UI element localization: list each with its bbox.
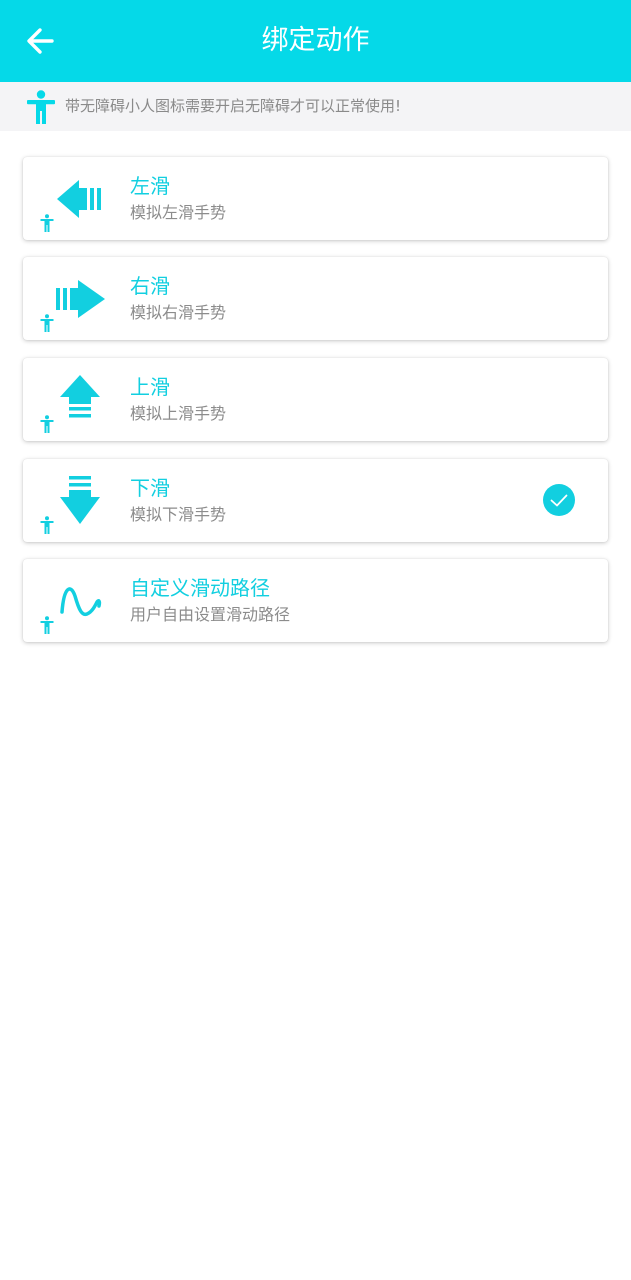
swipe-left-icon: [57, 180, 101, 218]
accessibility-badge-icon: [40, 415, 54, 433]
action-subtitle: 模拟上滑手势: [130, 404, 227, 423]
action-card-swipe-up[interactable]: 上滑 模拟上滑手势: [23, 358, 608, 441]
action-title: 左滑: [130, 174, 170, 198]
app-bar: 绑定动作: [0, 0, 631, 82]
action-subtitle: 模拟左滑手势: [130, 203, 227, 222]
accessibility-badge-icon: [40, 214, 54, 232]
action-card-swipe-right[interactable]: 右滑 模拟右滑手势: [23, 257, 608, 340]
action-subtitle: 模拟下滑手势: [130, 505, 227, 524]
accessibility-notice: 带无障碍小人图标需要开启无障碍才可以正常使用!: [0, 82, 631, 131]
wave-path-icon: [60, 587, 102, 617]
action-card-custom-path[interactable]: 自定义滑动路径 用户自由设置滑动路径: [23, 559, 608, 642]
accessibility-person-icon: [27, 90, 55, 124]
action-title: 右滑: [130, 274, 170, 298]
accessibility-badge-icon: [40, 516, 54, 534]
accessibility-badge-icon: [40, 616, 54, 634]
action-card-swipe-down[interactable]: 下滑 模拟下滑手势: [23, 459, 608, 542]
action-card-swipe-left[interactable]: 左滑 模拟左滑手势: [23, 157, 608, 240]
selected-check-icon: [543, 484, 575, 516]
action-title: 下滑: [130, 476, 170, 500]
accessibility-badge-icon: [40, 314, 54, 332]
action-subtitle: 用户自由设置滑动路径: [130, 605, 291, 624]
swipe-right-icon: [56, 280, 105, 318]
action-title: 自定义滑动路径: [130, 576, 270, 600]
notice-text: 带无障碍小人图标需要开启无障碍才可以正常使用!: [65, 97, 402, 115]
swipe-down-icon: [60, 476, 100, 524]
action-title: 上滑: [130, 375, 170, 399]
page-title: 绑定动作: [261, 25, 370, 56]
action-subtitle: 模拟右滑手势: [130, 303, 227, 322]
swipe-up-icon: [60, 375, 100, 418]
